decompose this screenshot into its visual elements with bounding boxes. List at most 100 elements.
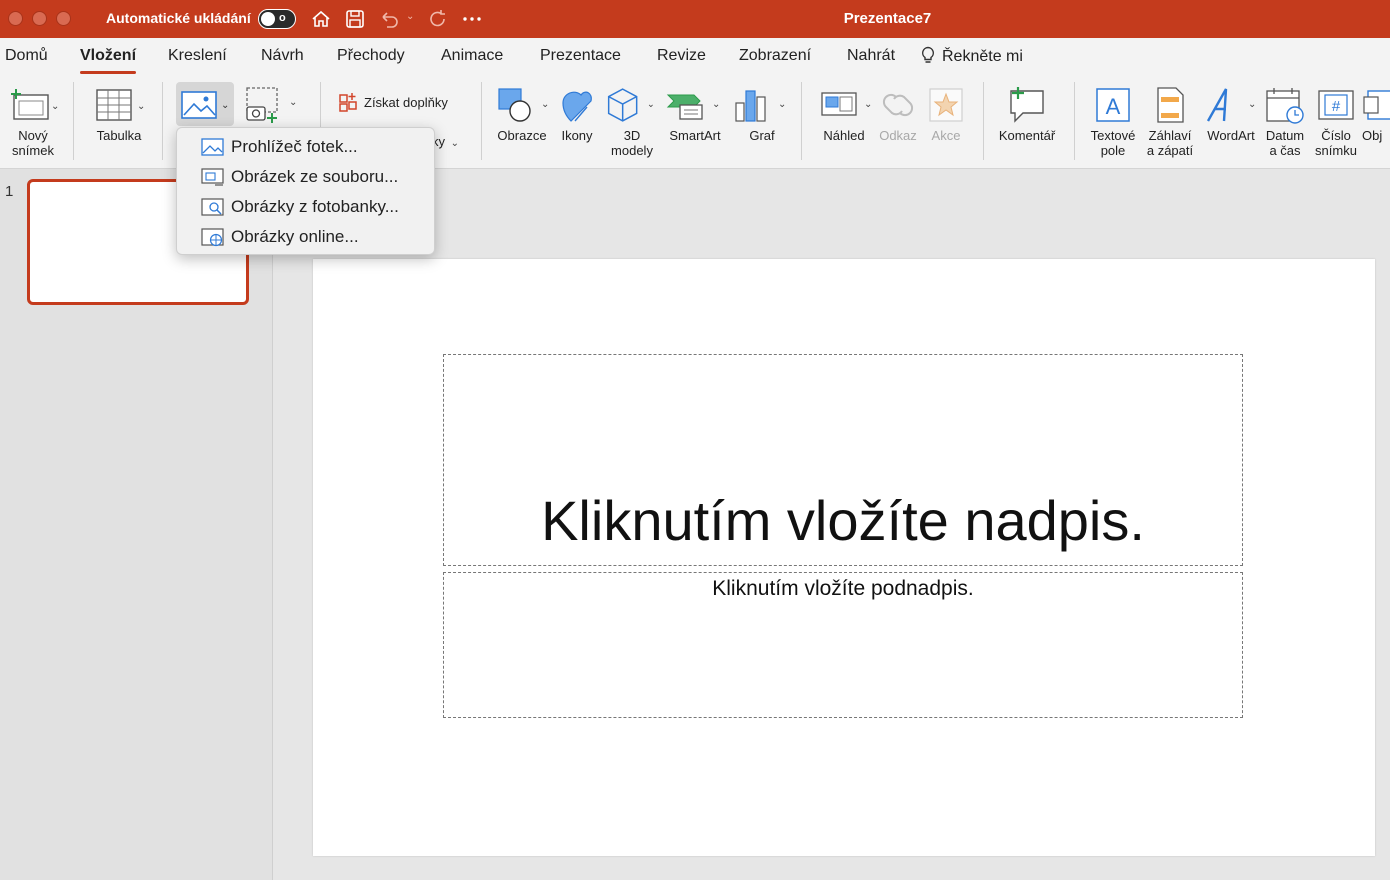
screenshot-icon: ⌄ bbox=[246, 87, 297, 123]
tab-record[interactable]: Nahrát bbox=[847, 47, 895, 65]
shapes-icon: ⌄ bbox=[498, 88, 549, 122]
link-icon bbox=[882, 93, 914, 117]
menu-item-label: Prohlížeč fotek... bbox=[231, 137, 358, 156]
action-label: Akce bbox=[931, 128, 961, 143]
get-addins-label: Získat doplňky bbox=[364, 95, 448, 110]
cube-3d-icon: ⌄ bbox=[607, 88, 655, 122]
subtitle-placeholder-text: Kliknutím vložíte podnadpis. bbox=[712, 577, 974, 600]
object-label: Obj bbox=[1362, 128, 1383, 143]
svg-text:#: # bbox=[1332, 98, 1341, 115]
tab-draw[interactable]: Kreslení bbox=[168, 47, 227, 65]
3d-models-button[interactable]: ⌄ 3D modely bbox=[604, 82, 660, 158]
menu-item-stock-images[interactable]: Obrázky z fotobanky... bbox=[177, 192, 434, 222]
new-slide-icon: ⌄ bbox=[11, 89, 58, 120]
my-addins-button[interactable]: ky ⌄ bbox=[432, 134, 459, 149]
tab-slideshow[interactable]: Prezentace bbox=[540, 47, 621, 65]
ribbon-separator bbox=[983, 82, 984, 160]
svg-text:⌄: ⌄ bbox=[778, 99, 786, 110]
slide-number-icon: # bbox=[1318, 90, 1354, 120]
icons-button[interactable]: Ikony bbox=[556, 82, 598, 143]
ribbon-separator bbox=[73, 82, 74, 160]
header-footer-button[interactable]: Záhlaví a zápatí bbox=[1143, 82, 1197, 158]
online-pictures-icon bbox=[201, 228, 224, 247]
object-icon bbox=[1363, 90, 1390, 120]
svg-text:⌄: ⌄ bbox=[51, 101, 58, 112]
preview-label: Náhled bbox=[823, 128, 865, 143]
svg-text:⌄: ⌄ bbox=[1248, 99, 1256, 110]
svg-text:⌄: ⌄ bbox=[221, 100, 229, 111]
date-time-label: Datum a čas bbox=[1265, 128, 1305, 158]
smartart-button[interactable]: ⌄ SmartArt bbox=[664, 82, 726, 143]
calendar-clock-icon bbox=[1266, 88, 1304, 124]
3d-models-label: 3D modely bbox=[611, 128, 653, 158]
subtitle-placeholder[interactable]: Kliknutím vložíte podnadpis. bbox=[443, 572, 1243, 718]
get-addins-button[interactable]: Získat doplňky bbox=[338, 92, 448, 112]
link-label: Odkaz bbox=[879, 128, 917, 143]
menu-item-label: Obrázky online... bbox=[231, 227, 359, 246]
stock-images-icon bbox=[201, 198, 224, 216]
tab-design[interactable]: Návrh bbox=[261, 47, 304, 65]
table-icon: ⌄ bbox=[96, 89, 145, 121]
link-button[interactable]: Odkaz bbox=[876, 82, 920, 143]
tell-me-label: Řekněte mi bbox=[942, 48, 1023, 65]
table-label: Tabulka bbox=[96, 128, 142, 143]
svg-text:⌄: ⌄ bbox=[289, 97, 297, 108]
new-slide-button[interactable]: ⌄ Nový snímek bbox=[4, 82, 62, 158]
pictures-button[interactable]: ⌄ bbox=[176, 82, 234, 126]
svg-text:⌄: ⌄ bbox=[137, 101, 145, 112]
photo-browser-icon bbox=[201, 138, 224, 156]
menu-item-picture-from-file[interactable]: Obrázek ze souboru... bbox=[177, 162, 434, 192]
title-placeholder-text: Kliknutím vložíte nadpis. bbox=[541, 489, 1145, 552]
svg-text:⌄: ⌄ bbox=[647, 99, 655, 109]
comment-icon bbox=[1010, 87, 1044, 123]
tab-transitions[interactable]: Přechody bbox=[337, 47, 405, 65]
preview-button[interactable]: ⌄ Náhled bbox=[812, 82, 876, 143]
svg-text:A: A bbox=[1106, 94, 1121, 119]
table-button[interactable]: ⌄ Tabulka bbox=[88, 82, 150, 143]
slide-thumbnail-number: 1 bbox=[5, 183, 14, 200]
textbox-button[interactable]: A Textové pole bbox=[1084, 82, 1142, 158]
addins-icon bbox=[339, 93, 357, 112]
slide-editor: Kliknutím vložíte nadpis. Kliknutím vlož… bbox=[273, 169, 1390, 880]
tab-review[interactable]: Revize bbox=[657, 47, 706, 65]
comment-button[interactable]: Komentář bbox=[994, 82, 1060, 143]
tab-home[interactable]: Domů bbox=[5, 47, 48, 65]
ribbon-separator bbox=[481, 82, 482, 160]
header-footer-icon bbox=[1157, 87, 1184, 123]
menu-item-label: Obrázek ze souboru... bbox=[231, 167, 399, 186]
tab-insert[interactable]: Vložení bbox=[80, 47, 137, 74]
tell-me-search[interactable]: Řekněte mi bbox=[920, 46, 1023, 66]
slides-pane: 1 bbox=[0, 169, 273, 880]
slide-number-button[interactable]: # Číslo snímku bbox=[1310, 82, 1362, 158]
icons-label: Ikony bbox=[561, 128, 593, 143]
action-button[interactable]: Akce bbox=[924, 82, 968, 143]
menu-item-online-pictures[interactable]: Obrázky online... bbox=[177, 222, 434, 252]
slide-canvas[interactable]: Kliknutím vložíte nadpis. Kliknutím vlož… bbox=[313, 259, 1375, 856]
ribbon-separator bbox=[162, 82, 163, 160]
action-star-icon bbox=[929, 88, 963, 122]
wordart-button[interactable]: ⌄ WordArt bbox=[1200, 82, 1262, 143]
shapes-label: Obrazce bbox=[497, 128, 547, 143]
textbox-icon: A bbox=[1096, 88, 1130, 122]
lightbulb-icon bbox=[921, 46, 935, 63]
tab-view[interactable]: Zobrazení bbox=[739, 47, 811, 65]
object-button[interactable]: Obj bbox=[1362, 82, 1390, 143]
zoom-preview-icon: ⌄ bbox=[821, 92, 872, 116]
chart-button[interactable]: ⌄ Graf bbox=[732, 82, 792, 143]
new-slide-label: Nový snímek bbox=[12, 128, 54, 158]
title-bar: Automatické ukládání o ⌄ Prezentace7 bbox=[0, 0, 1390, 38]
comment-label: Komentář bbox=[998, 128, 1056, 143]
menu-item-photo-browser[interactable]: Prohlížeč fotek... bbox=[177, 132, 434, 162]
tab-animations[interactable]: Animace bbox=[441, 47, 503, 65]
svg-text:⌄: ⌄ bbox=[864, 99, 872, 110]
menu-item-label: Obrázky z fotobanky... bbox=[231, 197, 399, 216]
screenshot-button[interactable]: ⌄ bbox=[240, 82, 302, 128]
wordart-label: WordArt bbox=[1207, 128, 1255, 143]
smartart-icon: ⌄ bbox=[666, 94, 720, 120]
title-placeholder[interactable]: Kliknutím vložíte nadpis. bbox=[443, 354, 1243, 566]
date-time-button[interactable]: Datum a čas bbox=[1262, 82, 1308, 158]
chart-icon: ⌄ bbox=[735, 90, 786, 122]
ribbon-separator bbox=[1074, 82, 1075, 160]
shapes-button[interactable]: ⌄ Obrazce bbox=[492, 82, 552, 143]
picture-from-file-icon bbox=[201, 168, 224, 186]
